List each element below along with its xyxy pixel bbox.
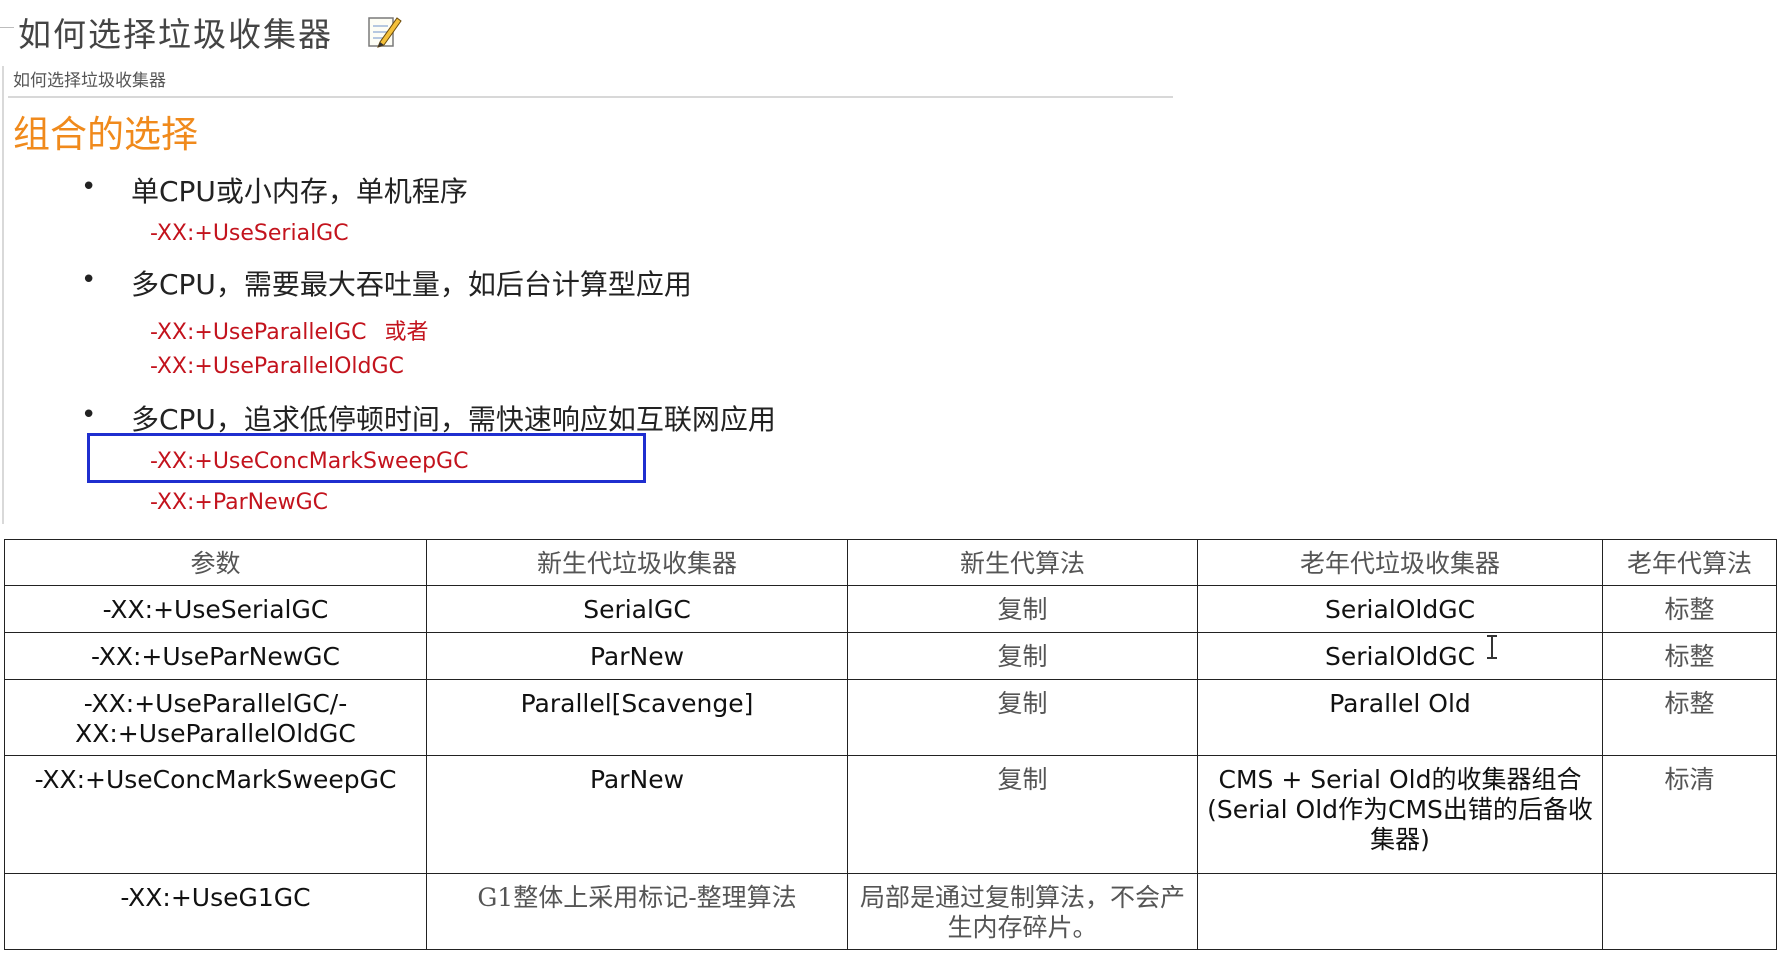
left-margin-rule <box>2 66 4 524</box>
table-cell: SerialGC <box>426 585 848 633</box>
table-cell: SerialOldGC <box>1197 632 1603 680</box>
flag-use-serial-gc: -XX:+UseSerialGC <box>150 221 349 246</box>
gc-comparison-table: 参数 新生代垃圾收集器 新生代算法 老年代垃圾收集器 老年代算法 -XX:+Us… <box>4 539 1777 950</box>
table-cell: G1整体上采用标记-整理算法 <box>426 873 848 950</box>
table-cell: Parallel[Scavenge] <box>426 679 848 756</box>
edit-note-icon[interactable] <box>366 12 402 50</box>
table-cell: -XX:+UseConcMarkSweepGC <box>4 755 427 874</box>
table-cell: 标整 <box>1602 679 1777 756</box>
breadcrumb[interactable]: 如何选择垃圾收集器 <box>13 66 166 91</box>
header-young-collector: 新生代垃圾收集器 <box>426 539 848 586</box>
table-row: -XX:+UseG1GC G1整体上采用标记-整理算法 局部是通过复制算法，不会… <box>4 873 1777 950</box>
bullet-item-single-cpu: 单CPU或小内存，单机程序 <box>131 175 468 208</box>
table-row: -XX:+UseConcMarkSweepGC ParNew 复制 CMS + … <box>4 755 1777 874</box>
flag-par-new-gc: -XX:+ParNewGC <box>150 490 329 515</box>
table-header-row: 参数 新生代垃圾收集器 新生代算法 老年代垃圾收集器 老年代算法 <box>4 539 1777 586</box>
table-cell: ParNew <box>426 632 848 680</box>
table-cell: -XX:+UseSerialGC <box>4 585 427 633</box>
header-divider <box>0 27 14 28</box>
page-title: 如何选择垃圾收集器 <box>18 15 333 54</box>
table-cell: 标整 <box>1602 585 1777 633</box>
table-cell: 局部是通过复制算法，不会产生内存碎片。 <box>847 873 1198 950</box>
flag-use-parallel-old-gc: -XX:+UseParallelOldGC <box>150 354 404 379</box>
header-param: 参数 <box>4 539 427 586</box>
flag-use-parallel-gc: -XX:+UseParallelGC <box>150 320 367 345</box>
table-cell: SerialOldGC <box>1197 585 1603 633</box>
bullet-dot-icon: • <box>81 400 97 430</box>
table-cell: ParNew <box>426 755 848 874</box>
table-row: -XX:+UseParNewGC ParNew 复制 SerialOldGC 标… <box>4 632 1777 680</box>
table-cell: 复制 <box>847 679 1198 756</box>
breadcrumb-divider <box>8 96 1173 98</box>
header-old-algorithm: 老年代算法 <box>1602 539 1777 586</box>
bullet-item-low-pause: 多CPU，追求低停顿时间，需快速响应如互联网应用 <box>131 403 776 436</box>
table-cell: 复制 <box>847 585 1198 633</box>
text-cursor-icon <box>1487 635 1497 659</box>
flag-use-conc-mark-sweep-gc: -XX:+UseConcMarkSweepGC <box>150 449 469 474</box>
bullet-dot-icon: • <box>81 172 97 202</box>
table-cell: 复制 <box>847 755 1198 874</box>
table-cell: Parallel Old <box>1197 679 1603 756</box>
bullet-item-throughput: 多CPU，需要最大吞吐量，如后台计算型应用 <box>131 268 692 301</box>
table-cell: -XX:+UseG1GC <box>4 873 427 950</box>
table-cell: CMS + Serial Old的收集器组合(Serial Old作为CMS出错… <box>1197 755 1603 874</box>
bullet-dot-icon: • <box>81 265 97 295</box>
section-heading: 组合的选择 <box>13 113 198 156</box>
header-old-collector: 老年代垃圾收集器 <box>1197 539 1603 586</box>
table-cell: -XX:+UseParallelGC/-XX:+UseParallelOldGC <box>4 679 427 756</box>
header-young-algorithm: 新生代算法 <box>847 539 1198 586</box>
flag-line-parallel-gc: -XX:+UseParallelGC 或者 <box>150 314 429 346</box>
table-row: -XX:+UseSerialGC SerialGC 复制 SerialOldGC… <box>4 585 1777 633</box>
table-row: -XX:+UseParallelGC/-XX:+UseParallelOldGC… <box>4 679 1777 756</box>
table-cell <box>1602 873 1777 950</box>
table-cell: 复制 <box>847 632 1198 680</box>
flag-connector-or: 或者 <box>384 320 429 345</box>
table-cell: 标清 <box>1602 755 1777 874</box>
table-cell <box>1197 873 1603 950</box>
table-cell: -XX:+UseParNewGC <box>4 632 427 680</box>
table-cell: 标整 <box>1602 632 1777 680</box>
